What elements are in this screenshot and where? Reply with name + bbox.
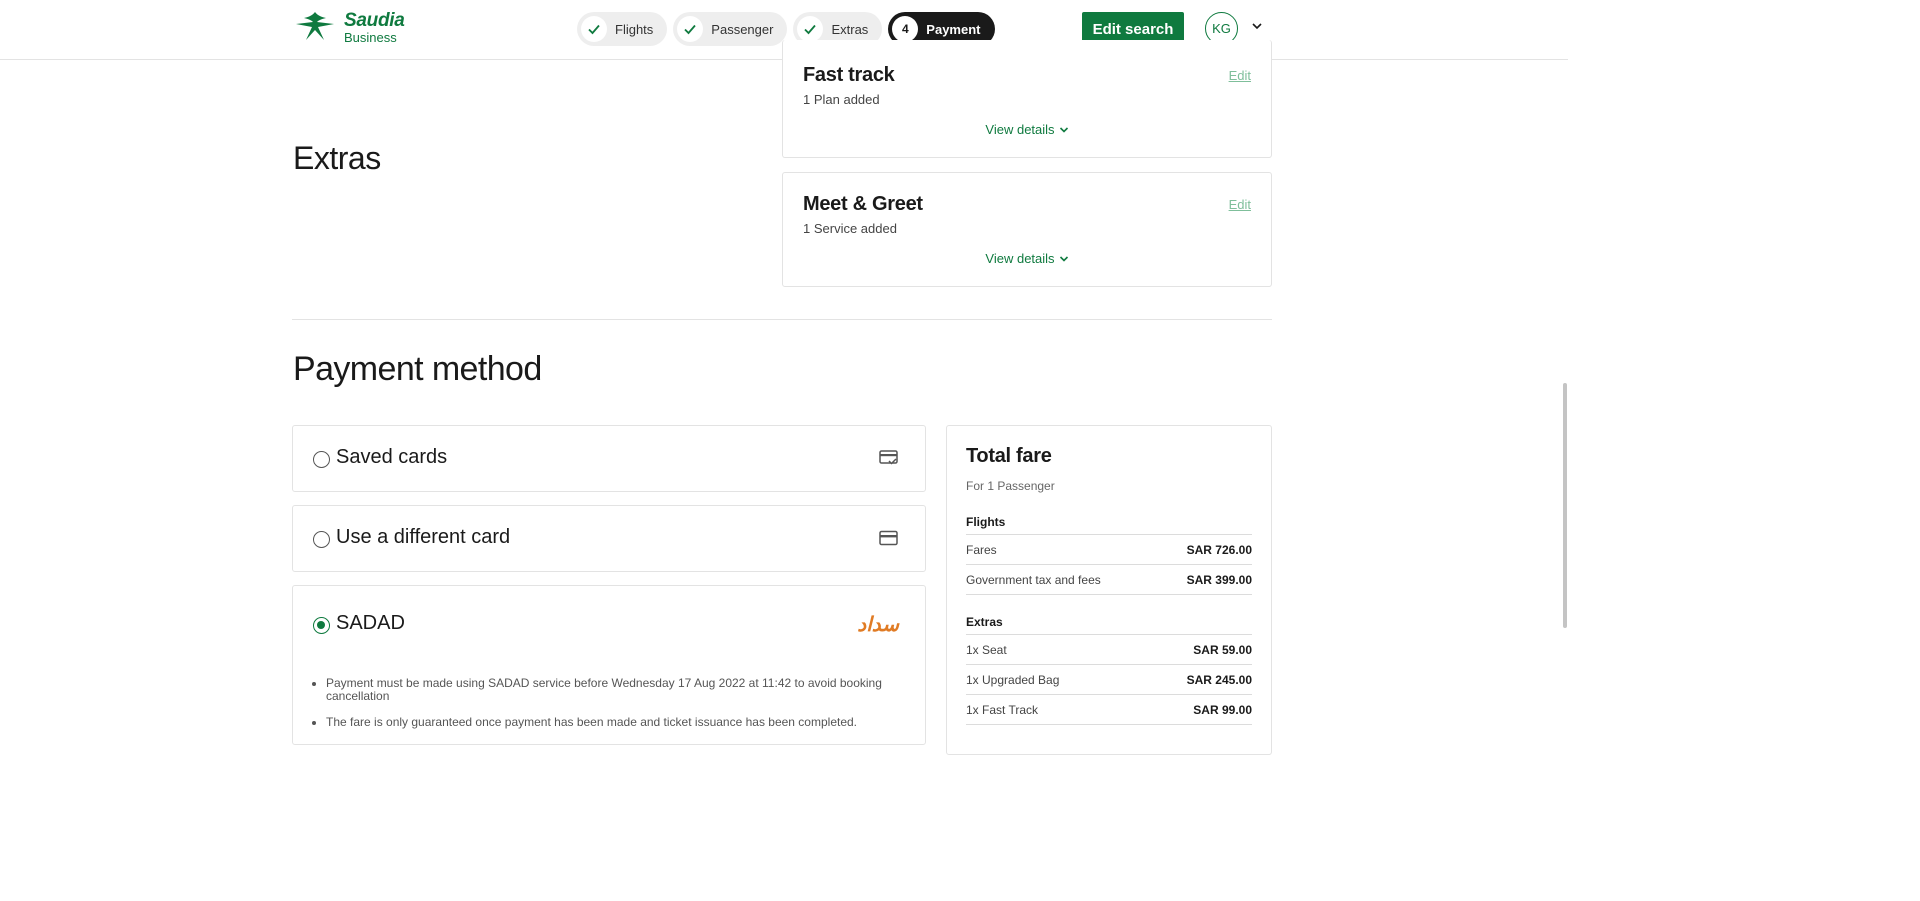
fare-divider bbox=[966, 724, 1252, 725]
extra-card-meet-greet: Meet & Greet 1 Service added Edit View d… bbox=[782, 172, 1272, 287]
logo-sub: Business bbox=[344, 29, 397, 45]
payment-option-different-card[interactable]: Use a different card bbox=[292, 505, 926, 572]
payment-option-label: SADAD bbox=[336, 612, 405, 634]
extra-card-fast-track: Fast track 1 Plan added Edit View detail… bbox=[782, 40, 1272, 158]
fare-row: 1x Fast Track SAR 99.00 bbox=[966, 694, 1252, 724]
check-icon bbox=[677, 16, 704, 42]
payment-option-label: Use a different card bbox=[336, 526, 511, 548]
step-label: Passenger bbox=[711, 21, 774, 37]
extras-heading: Extras bbox=[293, 140, 381, 176]
step-flights[interactable]: Flights bbox=[577, 12, 668, 46]
payment-option-saved-cards[interactable]: Saved cards bbox=[292, 425, 926, 492]
radio-button[interactable] bbox=[313, 451, 330, 468]
fare-row-value: SAR 399.00 bbox=[1186, 572, 1252, 587]
edit-link[interactable]: Edit bbox=[1229, 68, 1251, 83]
extra-card-subtitle: 1 Service added bbox=[803, 221, 897, 236]
saved-card-icon bbox=[879, 450, 898, 465]
radio-button-selected[interactable] bbox=[313, 617, 330, 634]
saudia-logo[interactable]: Saudia Business bbox=[292, 10, 405, 44]
check-icon bbox=[797, 16, 824, 42]
sadad-logo: سداد bbox=[857, 612, 899, 636]
step-number: 4 bbox=[892, 16, 919, 42]
payment-option-label: Saved cards bbox=[336, 446, 448, 468]
view-details-label: View details bbox=[985, 251, 1055, 266]
view-details-label: View details bbox=[985, 122, 1055, 137]
fare-row: Government tax and fees SAR 399.00 bbox=[966, 564, 1252, 594]
view-details-toggle[interactable]: View details bbox=[783, 122, 1271, 137]
fare-row: 1x Upgraded Bag SAR 245.00 bbox=[966, 664, 1252, 694]
fare-row-label: 1x Seat bbox=[966, 642, 1007, 657]
fare-row-value: SAR 245.00 bbox=[1186, 672, 1252, 687]
chevron-down-icon bbox=[1059, 255, 1068, 262]
extra-card-title: Meet & Greet bbox=[803, 193, 923, 215]
sadad-notes: Payment must be made using SADAD service… bbox=[326, 677, 896, 742]
passenger-count: For 1 Passenger bbox=[966, 479, 1055, 493]
chevron-down-icon[interactable] bbox=[1251, 20, 1263, 32]
sadad-note: The fare is only guaranteed once payment… bbox=[326, 716, 896, 729]
step-label: Payment bbox=[926, 21, 981, 37]
step-label: Extras bbox=[831, 21, 869, 37]
page-scrollbar[interactable] bbox=[1563, 383, 1567, 628]
fare-row-label: Fares bbox=[966, 542, 997, 557]
radio-button[interactable] bbox=[313, 531, 330, 548]
payment-method-heading: Payment method bbox=[293, 350, 542, 388]
step-label: Flights bbox=[615, 21, 654, 37]
section-divider bbox=[292, 319, 1272, 320]
fare-row-label: 1x Fast Track bbox=[966, 702, 1039, 717]
fare-row: Fares SAR 726.00 bbox=[966, 534, 1252, 564]
palm-logo-icon bbox=[296, 12, 334, 40]
fare-section-title: Flights bbox=[966, 515, 1006, 529]
credit-card-icon bbox=[879, 530, 898, 546]
fare-row: 1x Seat SAR 59.00 bbox=[966, 634, 1252, 664]
check-icon bbox=[581, 16, 607, 42]
extra-card-subtitle: 1 Plan added bbox=[803, 92, 880, 107]
view-details-toggle[interactable]: View details bbox=[783, 251, 1271, 266]
fare-row-label: 1x Upgraded Bag bbox=[966, 672, 1060, 687]
sadad-note: Payment must be made using SADAD service… bbox=[326, 677, 896, 703]
fare-divider bbox=[966, 594, 1252, 595]
total-fare-panel: Total fare For 1 Passenger Flights Fares… bbox=[946, 425, 1272, 755]
fare-section-title: Extras bbox=[966, 615, 1003, 629]
fare-row-value: SAR 726.00 bbox=[1186, 542, 1252, 557]
fare-row-value: SAR 99.00 bbox=[1193, 702, 1252, 717]
fare-row-value: SAR 59.00 bbox=[1193, 642, 1252, 657]
chevron-down-icon bbox=[1059, 126, 1068, 133]
total-fare-title: Total fare bbox=[966, 445, 1052, 467]
payment-option-sadad[interactable]: SADAD سداد Payment must be made using SA… bbox=[292, 585, 926, 745]
logo-name: Saudia bbox=[344, 9, 405, 31]
step-passenger[interactable]: Passenger bbox=[673, 12, 788, 46]
edit-link[interactable]: Edit bbox=[1229, 197, 1251, 212]
extra-card-title: Fast track bbox=[803, 64, 895, 86]
fare-row-label: Government tax and fees bbox=[966, 572, 1101, 587]
